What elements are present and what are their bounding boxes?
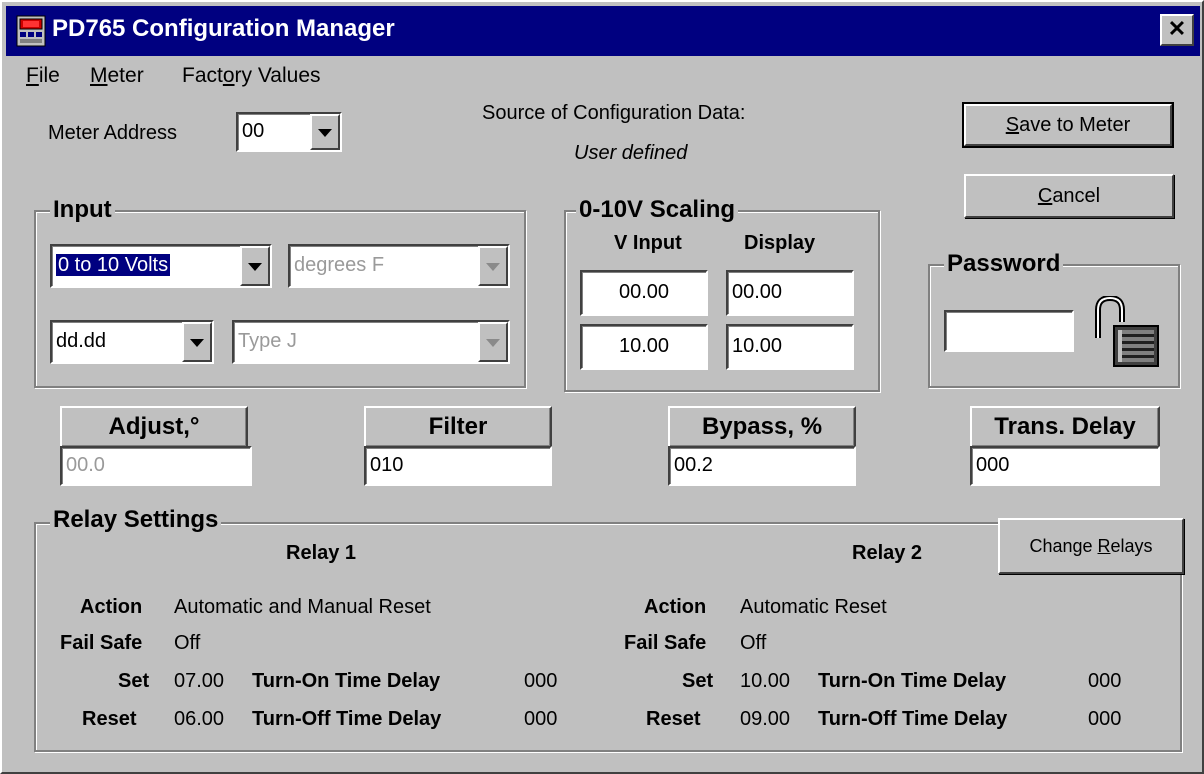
- display-low-field[interactable]: 00.00: [726, 270, 854, 316]
- relay1-turn-off-label: Turn-Off Time Delay: [252, 708, 442, 730]
- meter-address-label: Meter Address: [48, 122, 177, 144]
- meter-address-select[interactable]: 00: [236, 112, 342, 152]
- units-value: degrees F: [294, 254, 385, 276]
- relay1-action-label: Action: [80, 596, 143, 618]
- relay1-set-value: 07.00: [174, 670, 225, 692]
- main-window: PD765 Configuration Manager ✕ File Meter…: [0, 0, 1204, 774]
- menu-factory-values[interactable]: Factory Values: [182, 64, 321, 88]
- relay1-failsafe-label: Fail Safe: [60, 632, 143, 654]
- thermocouple-type-value: Type J: [238, 330, 297, 352]
- password-field[interactable]: [944, 310, 1074, 352]
- relay1-set-label: Set: [118, 670, 150, 692]
- relay2-reset-label: Reset: [646, 708, 701, 730]
- relay2-action-label: Action: [644, 596, 707, 618]
- relay1-action-value: Automatic and Manual Reset: [174, 596, 431, 618]
- decimal-format-dropdown-button[interactable]: [182, 322, 212, 362]
- v-input-low-field[interactable]: 00.00: [580, 270, 708, 316]
- filter-header: Filter: [364, 406, 552, 448]
- chevron-down-icon: [318, 129, 332, 137]
- window-title: PD765 Configuration Manager: [52, 15, 395, 42]
- relay2-failsafe-value: Off: [740, 632, 767, 654]
- relay1-reset-label: Reset: [82, 708, 137, 730]
- relay-settings-label: Relay Settings: [50, 506, 222, 534]
- source-label: Source of Configuration Data:: [482, 102, 746, 124]
- relay1-turn-on-value: 000: [524, 670, 558, 692]
- relay2-set-label: Set: [682, 670, 714, 692]
- relay2-set-value: 10.00: [740, 670, 791, 692]
- cancel-button[interactable]: Cancel: [964, 174, 1174, 218]
- relay1-title: Relay 1: [286, 542, 357, 564]
- bypass-field[interactable]: 00.2: [668, 446, 856, 486]
- relay2-turn-on-label: Turn-On Time Delay: [818, 670, 1007, 692]
- close-button[interactable]: ✕: [1160, 14, 1194, 46]
- bypass-header: Bypass, %: [668, 406, 856, 448]
- relay2-turn-off-value: 000: [1088, 708, 1122, 730]
- source-value: User defined: [574, 142, 688, 164]
- change-relays-button[interactable]: Change Relays: [998, 518, 1184, 574]
- relay1-reset-value: 06.00: [174, 708, 225, 730]
- save-to-meter-button[interactable]: Save to Meter: [962, 102, 1174, 148]
- relay2-failsafe-label: Fail Safe: [624, 632, 707, 654]
- input-group-label: Input: [50, 196, 115, 224]
- relay2-turn-off-label: Turn-Off Time Delay: [818, 708, 1008, 730]
- title-bar[interactable]: PD765 Configuration Manager ✕: [6, 6, 1200, 56]
- units-select[interactable]: degrees F: [288, 244, 510, 288]
- close-icon: ✕: [1167, 16, 1187, 41]
- chevron-down-icon: [190, 339, 204, 347]
- meter-address-dropdown-button[interactable]: [310, 114, 340, 150]
- menu-bar: File Meter Factory Values: [6, 58, 1200, 94]
- decimal-format-value: dd.dd: [56, 330, 107, 352]
- unlocked-padlock-icon[interactable]: [1088, 296, 1166, 372]
- relay2-turn-on-value: 000: [1088, 670, 1122, 692]
- decimal-format-select[interactable]: dd.dd: [50, 320, 214, 364]
- relay1-turn-off-value: 000: [524, 708, 558, 730]
- chevron-down-icon: [486, 339, 500, 347]
- relay2-action-value: Automatic Reset: [740, 596, 887, 618]
- v-input-header: V Input: [614, 232, 682, 254]
- meter-address-value: 00: [242, 120, 265, 142]
- relay1-failsafe-value: Off: [174, 632, 201, 654]
- scaling-group-label: 0-10V Scaling: [576, 196, 739, 224]
- relay2-title: Relay 2: [852, 542, 923, 564]
- thermocouple-type-dropdown-button[interactable]: [478, 322, 508, 362]
- trans-delay-field[interactable]: 000: [970, 446, 1160, 486]
- filter-field[interactable]: 010: [364, 446, 552, 486]
- chevron-down-icon: [486, 263, 500, 271]
- menu-meter[interactable]: Meter: [90, 64, 144, 88]
- thermocouple-type-select[interactable]: Type J: [232, 320, 510, 364]
- password-group-label: Password: [944, 250, 1064, 278]
- adjust-field[interactable]: 00.0: [60, 446, 252, 486]
- relay1-turn-on-label: Turn-On Time Delay: [252, 670, 441, 692]
- trans-delay-header: Trans. Delay: [970, 406, 1160, 448]
- app-icon: [16, 15, 46, 47]
- input-type-value: 0 to 10 Volts: [56, 254, 171, 276]
- units-dropdown-button[interactable]: [478, 246, 508, 286]
- display-header: Display: [744, 232, 816, 254]
- input-type-select[interactable]: 0 to 10 Volts: [50, 244, 272, 288]
- menu-file[interactable]: File: [26, 64, 60, 88]
- v-input-high-field[interactable]: 10.00: [580, 324, 708, 370]
- chevron-down-icon: [248, 263, 262, 271]
- relay2-reset-value: 09.00: [740, 708, 791, 730]
- display-high-field[interactable]: 10.00: [726, 324, 854, 370]
- input-type-dropdown-button[interactable]: [240, 246, 270, 286]
- adjust-header: Adjust,°: [60, 406, 248, 448]
